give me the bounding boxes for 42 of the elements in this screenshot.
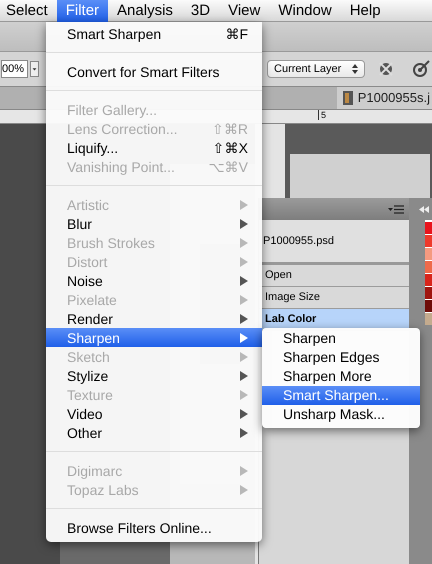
menu-item[interactable]: Browse Filters Online... bbox=[46, 518, 262, 537]
panel-menu-icon[interactable] bbox=[388, 204, 404, 214]
brush-target-icon[interactable] bbox=[412, 60, 430, 78]
menu-bar-item[interactable]: View bbox=[219, 0, 270, 22]
menu-item[interactable]: Sharpen Edges bbox=[262, 348, 420, 367]
stepper-arrows-icon bbox=[352, 64, 358, 74]
menu-item[interactable]: Sharpen More bbox=[262, 367, 420, 386]
crossed-circle-icon[interactable] bbox=[378, 60, 394, 77]
color-swatch[interactable] bbox=[425, 235, 432, 247]
menu-item[interactable]: Smart Sharpen... bbox=[262, 386, 420, 405]
menu-bar-item[interactable]: Filter bbox=[56, 0, 108, 22]
ruler-label: 5 bbox=[318, 110, 326, 120]
zoom-field[interactable]: 00% bbox=[1, 60, 28, 78]
document-title: P1000955s.j bbox=[358, 90, 430, 106]
menu-item[interactable]: Sharpen bbox=[46, 328, 262, 347]
collapse-icon[interactable] bbox=[419, 206, 429, 212]
color-swatch[interactable] bbox=[425, 313, 432, 325]
menu-item[interactable]: Stylize bbox=[46, 366, 262, 385]
menu-item[interactable]: Render bbox=[46, 309, 262, 328]
color-swatch[interactable] bbox=[425, 248, 432, 260]
color-swatch[interactable] bbox=[425, 300, 432, 312]
color-swatch[interactable] bbox=[425, 261, 432, 273]
menu-item[interactable]: Noise bbox=[46, 271, 262, 290]
document-tab[interactable]: P1000955s.j bbox=[336, 86, 432, 109]
menu-bar-item[interactable]: Analysis bbox=[108, 0, 182, 22]
menu-item[interactable]: Blur bbox=[46, 214, 262, 233]
color-swatch[interactable] bbox=[425, 222, 432, 234]
document-icon bbox=[342, 90, 353, 105]
menu-bar-item[interactable]: Help bbox=[340, 0, 390, 22]
menu-item[interactable]: Liquify... ⇧⌘X bbox=[46, 138, 262, 157]
menu-item[interactable]: Other bbox=[46, 423, 262, 442]
menu-item[interactable]: Convert for Smart Filters bbox=[46, 62, 262, 81]
menu-bar-item[interactable]: 3D bbox=[182, 0, 220, 22]
menu-item[interactable]: Video bbox=[46, 404, 262, 423]
color-swatch[interactable] bbox=[425, 274, 432, 286]
menu-item[interactable]: Unsharp Mask... bbox=[262, 405, 420, 424]
snapshot-label[interactable]: P1000955.psd bbox=[263, 235, 334, 247]
color-swatch[interactable] bbox=[425, 287, 432, 299]
menu-item[interactable]: Sharpen bbox=[262, 329, 420, 348]
sample-dropdown[interactable]: Current Layer bbox=[267, 60, 366, 78]
menu-bar-item[interactable]: Window bbox=[269, 0, 341, 22]
menu-bar-item[interactable]: Select bbox=[0, 0, 57, 22]
